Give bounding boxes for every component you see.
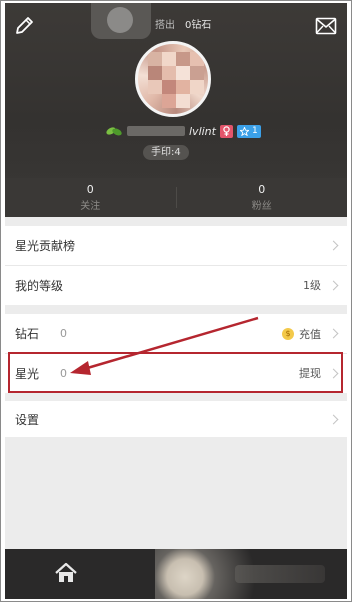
leaf-icon <box>106 127 122 136</box>
menu-group-settings: 设置 <box>5 401 347 437</box>
section-gap <box>5 217 347 226</box>
stats-bar: 0 关注 0 粉丝 <box>5 178 347 217</box>
annotation-highlight-box <box>8 352 343 393</box>
mail-icon <box>315 17 337 35</box>
username-row: lvlint 1 <box>105 123 261 139</box>
level-badge: 1 <box>236 124 261 138</box>
recharge-link[interactable]: 充值 <box>299 326 321 342</box>
level-badge-number: 1 <box>251 125 258 136</box>
chevron-right-icon <box>328 328 339 339</box>
section-gap <box>5 393 347 401</box>
chevron-right-icon <box>328 280 339 290</box>
menu-item-level[interactable]: 我的等级 1级 <box>5 265 347 304</box>
menu-item-diamond[interactable]: 钻石 0 $ 充值 <box>5 314 347 353</box>
gender-female-badge <box>219 124 233 138</box>
diamond-label: 钻石 <box>15 327 40 341</box>
home-icon <box>55 562 77 582</box>
menu-item-settings[interactable]: 设置 <box>5 401 347 437</box>
pencil-icon <box>16 17 33 34</box>
chevron-right-icon <box>328 240 339 251</box>
diamond-count: 0 <box>60 327 67 340</box>
diamond-right: $ 充值 <box>282 326 339 342</box>
contribution-right <box>326 240 339 251</box>
bottom-tab-bar <box>5 549 347 599</box>
settings-label: 设置 <box>15 412 40 427</box>
female-icon <box>223 125 230 136</box>
home-tab[interactable] <box>54 562 78 584</box>
level-value: 1级 <box>303 279 321 292</box>
contribution-label: 星光贡献榜 <box>15 239 76 253</box>
star-icon <box>239 126 249 136</box>
username-suffix: lvlint <box>189 124 216 138</box>
section-gap <box>5 305 347 314</box>
profile-header: 搭出 0钻石 lvlint 1 手印:4 0 关注 0 粉丝 <box>5 3 347 217</box>
blurred-live-thumbnail[interactable] <box>91 3 151 39</box>
user-id-pill: 手印:4 <box>143 145 189 160</box>
profile-tab-blurred[interactable] <box>235 565 325 583</box>
menu-group-ranking: 星光贡献榜 我的等级 1级 <box>5 226 347 304</box>
username-blurred <box>127 126 185 136</box>
coin-icon: $ <box>282 327 294 340</box>
fans-count: 0 <box>258 183 266 196</box>
following-label: 关注 <box>80 201 101 212</box>
settings-right <box>326 414 339 424</box>
edit-profile-button[interactable] <box>13 15 35 37</box>
empty-area <box>5 437 347 549</box>
chevron-right-icon <box>328 414 339 424</box>
fans-label: 粉丝 <box>251 201 272 212</box>
stat-following[interactable]: 0 关注 <box>5 178 176 217</box>
level-label: 我的等级 <box>15 278 64 293</box>
diamond-count-text: 0钻石 <box>185 20 212 31</box>
level-right: 1级 <box>303 277 339 293</box>
top-left-text: 搭出 <box>155 20 175 31</box>
avatar[interactable] <box>135 41 211 117</box>
top-info-line: 搭出 0钻石 <box>155 16 211 31</box>
messages-button[interactable] <box>315 17 337 35</box>
stat-fans[interactable]: 0 粉丝 <box>177 178 348 217</box>
menu-item-contribution[interactable]: 星光贡献榜 <box>5 226 347 265</box>
following-count: 0 <box>86 183 94 196</box>
